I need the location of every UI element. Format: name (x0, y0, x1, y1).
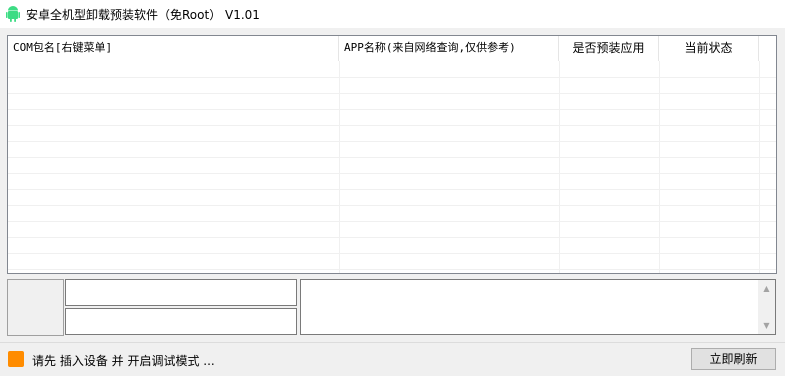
status-message: 请先 插入设备 并 开启调试模式 ... (32, 354, 215, 368)
list-header: COM包名[右键菜单] APP名称(来自网络查询,仅供参考) 是否预装应用 当前… (8, 36, 776, 61)
grid-row-line (8, 253, 776, 254)
title-bar: 安卓全机型卸载预装软件（免Root） V1.01 (0, 0, 785, 28)
status-bar: 请先 插入设备 并 开启调试模式 ... 立即刷新 (0, 342, 785, 376)
grid-row-line (8, 269, 776, 270)
grid-row-line (8, 93, 776, 94)
refresh-button[interactable]: 立即刷新 (691, 348, 776, 370)
status-indicator-icon (8, 351, 24, 367)
grid-row-line (8, 77, 776, 78)
device-model-field[interactable] (65, 308, 297, 335)
app-list[interactable]: COM包名[右键菜单] APP名称(来自网络查询,仅供参考) 是否预装应用 当前… (7, 35, 777, 274)
grid-row-line (8, 125, 776, 126)
window-title: 安卓全机型卸载预装软件（免Root） V1.01 (26, 8, 260, 22)
android-icon (6, 6, 20, 22)
grid-row-line (8, 189, 776, 190)
grid-row-line (8, 237, 776, 238)
grid-row-line (8, 173, 776, 174)
grid-row-line (8, 141, 776, 142)
log-textarea[interactable]: ▲ ▼ (300, 279, 776, 335)
column-preinstalled[interactable]: 是否预装应用 (559, 36, 659, 61)
grid-row-line (8, 157, 776, 158)
device-info-field[interactable] (65, 279, 297, 306)
log-scrollbar[interactable]: ▲ ▼ (758, 280, 775, 334)
scroll-down-icon[interactable]: ▼ (758, 317, 775, 334)
grid-row-line (8, 221, 776, 222)
column-current-status[interactable]: 当前状态 (659, 36, 759, 61)
column-app-name[interactable]: APP名称(来自网络查询,仅供参考) (339, 36, 559, 61)
column-package-name[interactable]: COM包名[右键菜单] (8, 36, 339, 61)
grid-row-line (8, 109, 776, 110)
device-panel (7, 279, 64, 336)
scroll-up-icon[interactable]: ▲ (758, 280, 775, 297)
grid-row-line (8, 205, 776, 206)
